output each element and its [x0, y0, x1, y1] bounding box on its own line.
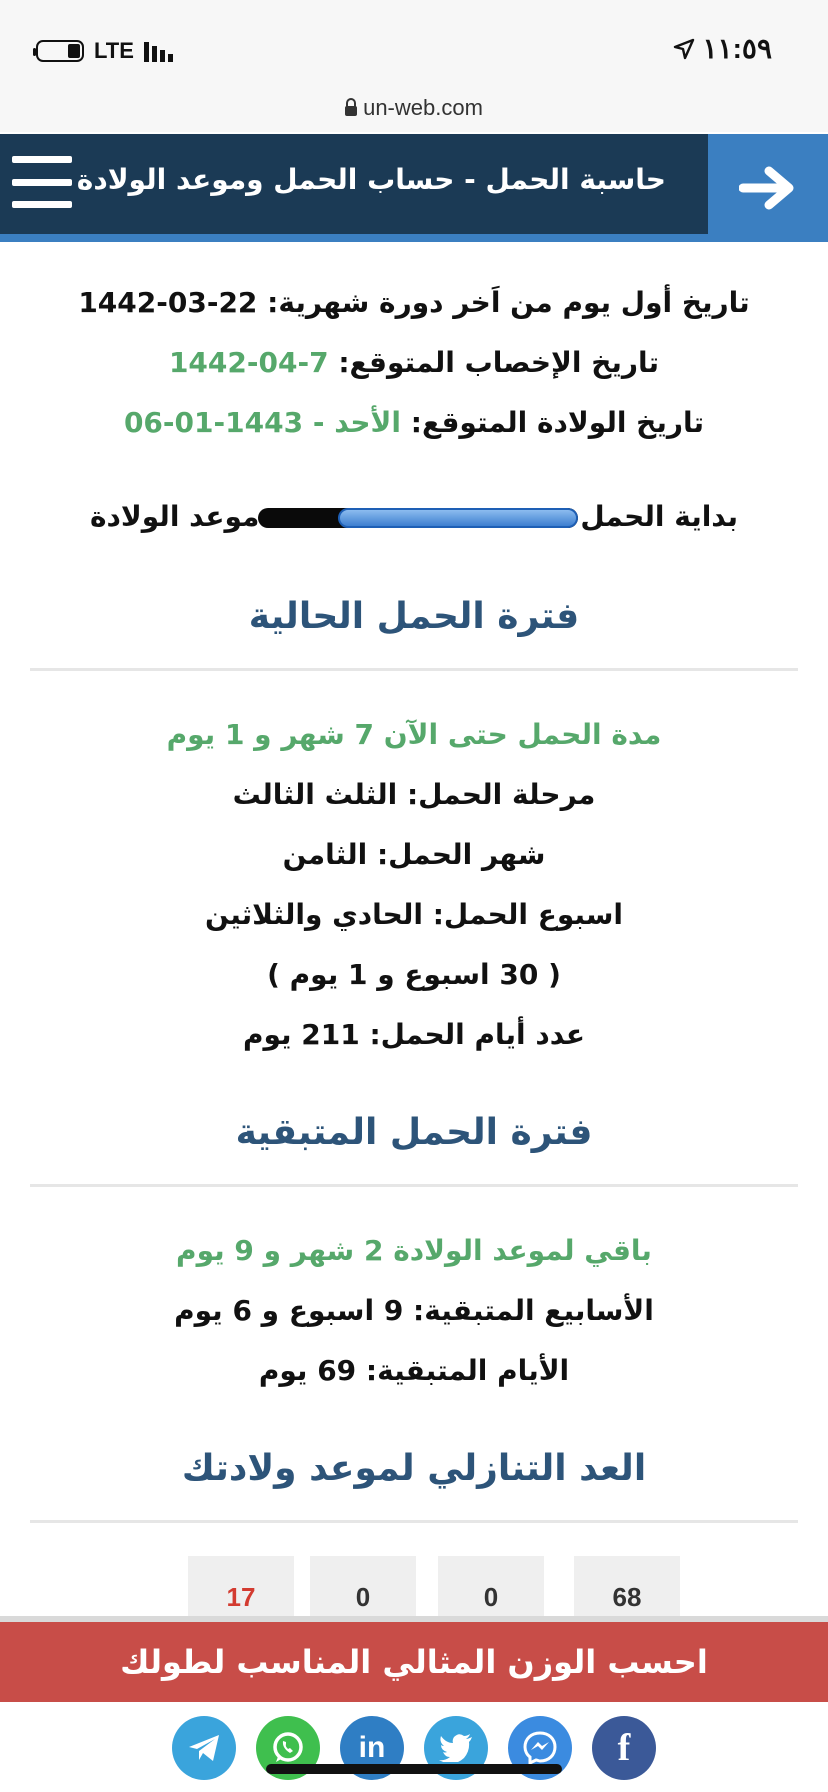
countdown-days-value: 68: [612, 1582, 642, 1612]
facebook-icon[interactable]: f: [592, 1716, 656, 1780]
divider: [30, 668, 798, 671]
pregnancy-month: شهر الحمل: الثامن: [282, 838, 546, 871]
last-period-label: تاريخ أول يوم من اَخر دورة شهرية:: [267, 286, 750, 319]
clock: ١١:٥٩: [702, 33, 772, 64]
url-text: un-web.com: [363, 95, 483, 120]
lock-icon: [345, 98, 358, 116]
current-period-title: فترة الحمل الحالية: [248, 596, 580, 637]
back-button[interactable]: [708, 134, 828, 242]
countdown-title: العد التنازلي لموعد ولادتك: [181, 1448, 647, 1489]
countdown-seconds-value: 17: [226, 1582, 256, 1612]
divider: [30, 1520, 798, 1523]
pregnancy-stage: مرحلة الحمل: الثلث الثالث: [232, 778, 596, 811]
page-title: حاسبة الحمل - حساب الحمل وموعد الولادة: [76, 163, 666, 196]
home-indicator: [266, 1764, 562, 1774]
pregnancy-week: اسبوع الحمل: الحادي والثلاثين: [205, 898, 623, 931]
countdown-hours-value: 0: [483, 1582, 499, 1612]
pregnancy-weeks-days: ( 30 اسبوع و 1 يوم ): [267, 958, 561, 991]
remaining-weeks: الأسابيع المتبقية: 9 اسبوع و 6 يوم: [174, 1294, 654, 1327]
last-period-line: تاريخ أول يوم من اَخر دورة شهرية: 1442-0…: [0, 286, 828, 319]
status-left: LTE: [33, 36, 173, 66]
status-right: ١١:٥٩: [673, 32, 772, 65]
remaining-period-title: فترة الحمل المتبقية: [235, 1112, 593, 1153]
address-bar[interactable]: un-web.com: [0, 84, 828, 132]
menu-icon[interactable]: [12, 156, 72, 208]
arrow-right-icon: [739, 166, 794, 210]
location-arrow-icon: [673, 38, 694, 59]
progress-track: [258, 508, 578, 528]
progress-end-label: موعد الولادة: [90, 500, 260, 533]
ideal-weight-banner[interactable]: احسب الوزن المثالي المناسب لطولك: [0, 1616, 828, 1702]
birth-date-line: تاريخ الولادة المتوقع: الأحد - 1443-01-0…: [0, 406, 828, 439]
remaining-duration: باقي لموعد الولادة 2 شهر و 9 يوم: [176, 1234, 652, 1267]
battery-icon: [33, 40, 84, 62]
pregnancy-days-count: عدد أيام الحمل: 211 يوم: [242, 1018, 586, 1051]
network-label: LTE: [94, 38, 134, 63]
remaining-days: الأيام المتبقية: 69 يوم: [258, 1354, 570, 1387]
progress-fill: [338, 508, 578, 528]
progress-start-label: بداية الحمل: [580, 500, 738, 533]
ovulation-value: 1442-04-7: [168, 346, 329, 379]
current-duration: مدة الحمل حتى الآن 7 شهر و 1 يوم: [166, 718, 662, 751]
last-period-value: 1442-03-22: [78, 286, 258, 319]
status-bar: LTE ١١:٥٩: [0, 0, 828, 90]
birth-date-value: الأحد - 1443-01-06: [123, 406, 401, 439]
pregnancy-progress: بداية الحمل موعد الولادة: [0, 494, 828, 542]
divider: [30, 1184, 798, 1187]
ovulation-line: تاريخ الإخصاب المتوقع: 1442-04-7: [0, 346, 828, 379]
birth-date-label: تاريخ الولادة المتوقع:: [410, 406, 705, 439]
ovulation-label: تاريخ الإخصاب المتوقع:: [338, 346, 660, 379]
countdown-minutes-value: 0: [355, 1582, 371, 1612]
signal-icon: [143, 40, 173, 62]
share-bar: in f: [0, 1708, 828, 1792]
header-accent-line: [0, 234, 828, 242]
telegram-icon[interactable]: [172, 1716, 236, 1780]
